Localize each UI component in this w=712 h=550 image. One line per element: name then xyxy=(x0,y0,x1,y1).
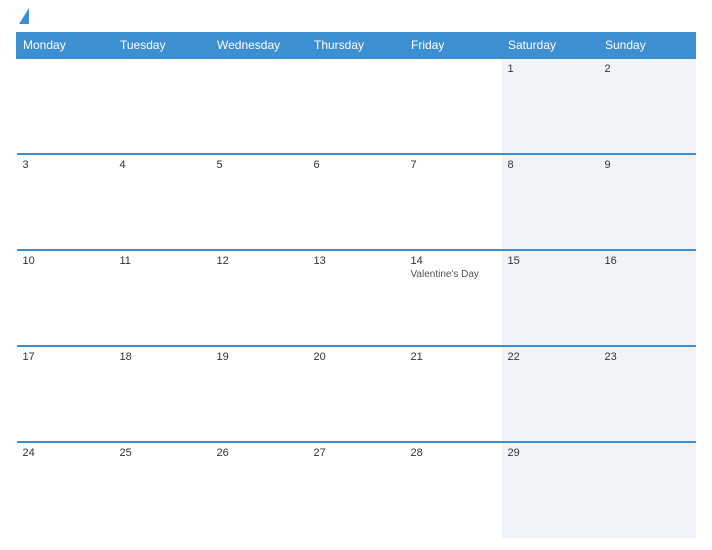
day-number: 2 xyxy=(605,63,690,75)
day-number: 6 xyxy=(314,159,399,171)
calendar-week-row: 24 25 26 27 28 29 xyxy=(17,442,696,538)
day-number: 4 xyxy=(120,159,205,171)
logo xyxy=(16,12,29,24)
calendar-day-cell: 8 xyxy=(502,154,599,250)
day-of-week-thursday: Thursday xyxy=(308,33,405,59)
day-number: 22 xyxy=(508,351,593,363)
calendar-day-cell: 14 Valentine's Day xyxy=(405,250,502,346)
calendar-day-cell xyxy=(308,58,405,154)
day-number: 8 xyxy=(508,159,593,171)
calendar-week-row: 3456789 xyxy=(17,154,696,250)
calendar-day-cell: 16 xyxy=(599,250,696,346)
day-number: 16 xyxy=(605,255,690,267)
day-number: 12 xyxy=(217,255,302,267)
day-number: 10 xyxy=(23,255,108,267)
calendar-wrapper: MondayTuesdayWednesdayThursdayFridaySatu… xyxy=(0,0,712,550)
calendar-day-cell xyxy=(17,58,114,154)
calendar-day-cell: 21 xyxy=(405,346,502,442)
calendar-event: Valentine's Day xyxy=(411,269,496,280)
day-number: 21 xyxy=(411,351,496,363)
day-number: 1 xyxy=(508,63,593,75)
calendar-day-cell: 22 xyxy=(502,346,599,442)
day-of-week-tuesday: Tuesday xyxy=(114,33,211,59)
calendar-day-cell: 20 xyxy=(308,346,405,442)
calendar-day-cell: 2 xyxy=(599,58,696,154)
day-number: 27 xyxy=(314,447,399,459)
calendar-day-cell: 24 xyxy=(17,442,114,538)
day-number: 28 xyxy=(411,447,496,459)
day-of-week-monday: Monday xyxy=(17,33,114,59)
calendar-day-cell: 13 xyxy=(308,250,405,346)
day-of-week-saturday: Saturday xyxy=(502,33,599,59)
day-number: 17 xyxy=(23,351,108,363)
calendar-day-cell xyxy=(405,58,502,154)
day-number: 29 xyxy=(508,447,593,459)
day-number: 7 xyxy=(411,159,496,171)
calendar-day-cell: 1 xyxy=(502,58,599,154)
calendar-header xyxy=(16,12,696,24)
calendar-day-cell: 25 xyxy=(114,442,211,538)
calendar-day-cell: 9 xyxy=(599,154,696,250)
calendar-week-row: 12 xyxy=(17,58,696,154)
day-header-row: MondayTuesdayWednesdayThursdayFridaySatu… xyxy=(17,33,696,59)
calendar-day-cell xyxy=(114,58,211,154)
calendar-week-row: 17 18 19 20 21 22 23 xyxy=(17,346,696,442)
day-of-week-friday: Friday xyxy=(405,33,502,59)
calendar-day-cell: 3 xyxy=(17,154,114,250)
calendar-day-cell: 4 xyxy=(114,154,211,250)
calendar-day-cell: 12 xyxy=(211,250,308,346)
day-number: 19 xyxy=(217,351,302,363)
calendar-body: 1234567891011121314Valentine's Day151617… xyxy=(17,58,696,538)
day-number: 11 xyxy=(120,255,205,267)
calendar-table: MondayTuesdayWednesdayThursdayFridaySatu… xyxy=(16,32,696,538)
calendar-day-cell: 19 xyxy=(211,346,308,442)
calendar-day-cell: 18 xyxy=(114,346,211,442)
calendar-day-cell: 23 xyxy=(599,346,696,442)
calendar-day-cell: 11 xyxy=(114,250,211,346)
calendar-day-cell xyxy=(599,442,696,538)
calendar-day-cell: 17 xyxy=(17,346,114,442)
calendar-day-cell: 26 xyxy=(211,442,308,538)
calendar-day-cell xyxy=(211,58,308,154)
day-number: 25 xyxy=(120,447,205,459)
calendar-day-cell: 5 xyxy=(211,154,308,250)
day-number: 14 xyxy=(411,255,496,267)
day-number: 3 xyxy=(23,159,108,171)
calendar-week-row: 10 11 12 13 14 Valentine's Day 15 16 xyxy=(17,250,696,346)
day-number: 26 xyxy=(217,447,302,459)
calendar-day-cell: 6 xyxy=(308,154,405,250)
day-number: 20 xyxy=(314,351,399,363)
day-number: 9 xyxy=(605,159,690,171)
calendar-day-cell: 10 xyxy=(17,250,114,346)
calendar-header-row: MondayTuesdayWednesdayThursdayFridaySatu… xyxy=(17,33,696,59)
calendar-day-cell: 7 xyxy=(405,154,502,250)
day-number: 15 xyxy=(508,255,593,267)
calendar-day-cell: 27 xyxy=(308,442,405,538)
logo-triangle-icon xyxy=(19,8,29,24)
calendar-day-cell: 28 xyxy=(405,442,502,538)
day-number: 24 xyxy=(23,447,108,459)
day-of-week-wednesday: Wednesday xyxy=(211,33,308,59)
day-number: 23 xyxy=(605,351,690,363)
day-number: 13 xyxy=(314,255,399,267)
calendar-day-cell: 15 xyxy=(502,250,599,346)
calendar-day-cell: 29 xyxy=(502,442,599,538)
day-number: 18 xyxy=(120,351,205,363)
day-number: 5 xyxy=(217,159,302,171)
day-of-week-sunday: Sunday xyxy=(599,33,696,59)
